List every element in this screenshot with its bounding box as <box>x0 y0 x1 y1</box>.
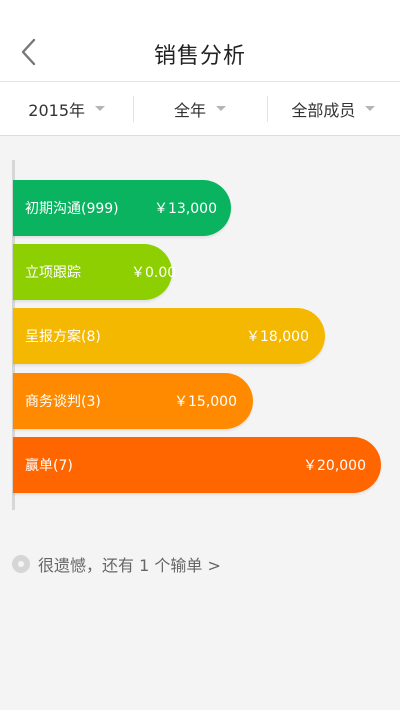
app-header: 销售分析 <box>0 0 400 82</box>
period-filter-label: 全年 <box>173 100 206 120</box>
lost-orders-text: 很遗憾，还有 1 个输单 > <box>38 556 221 575</box>
bar-amount: ￥13,000 <box>154 201 217 217</box>
members-filter-label: 全部成员 <box>291 100 356 120</box>
funnel-bar-project-tracking[interactable]: 立项跟踪 ￥0.00 <box>13 244 176 300</box>
radio-dot-icon <box>12 555 30 573</box>
funnel-bar-won[interactable]: 赢单(7) ￥20,000 <box>13 437 381 493</box>
bar-amount: ￥18,000 <box>246 329 309 345</box>
funnel-bar-initial-contact[interactable]: 初期沟通(999) ￥13,000 <box>13 180 231 236</box>
page-title: 销售分析 <box>153 44 246 69</box>
period-filter[interactable]: 全年 <box>133 82 266 135</box>
members-filter[interactable]: 全部成员 <box>266 82 400 135</box>
bar-amount: ￥0.00 <box>131 265 177 281</box>
caret-down-icon <box>365 106 376 111</box>
bar-amount: ￥20,000 <box>303 458 366 474</box>
lost-orders-link[interactable]: 很遗憾，还有 1 个输单 > <box>12 552 221 576</box>
bar-label: 赢单(7) <box>25 458 73 474</box>
sales-funnel: 初期沟通(999) ￥13,000 立项跟踪 ￥0.00 呈报方案(8) ￥18… <box>0 136 400 516</box>
bar-label: 立项跟踪 <box>25 265 81 281</box>
funnel-bar-negotiation[interactable]: 商务谈判(3) ￥15,000 <box>13 373 253 429</box>
year-filter-label: 2015年 <box>28 100 86 120</box>
bar-label: 呈报方案(8) <box>25 329 101 345</box>
bar-label: 商务谈判(3) <box>25 394 101 410</box>
bar-amount: ￥15,000 <box>174 394 237 410</box>
caret-down-icon <box>216 106 226 111</box>
year-filter[interactable]: 2015年 <box>0 82 133 135</box>
caret-down-icon <box>95 106 106 111</box>
funnel-bar-proposal[interactable]: 呈报方案(8) ￥18,000 <box>13 308 325 364</box>
filter-bar: 2015年 全年 全部成员 <box>0 82 400 136</box>
bar-label: 初期沟通(999) <box>25 201 119 217</box>
